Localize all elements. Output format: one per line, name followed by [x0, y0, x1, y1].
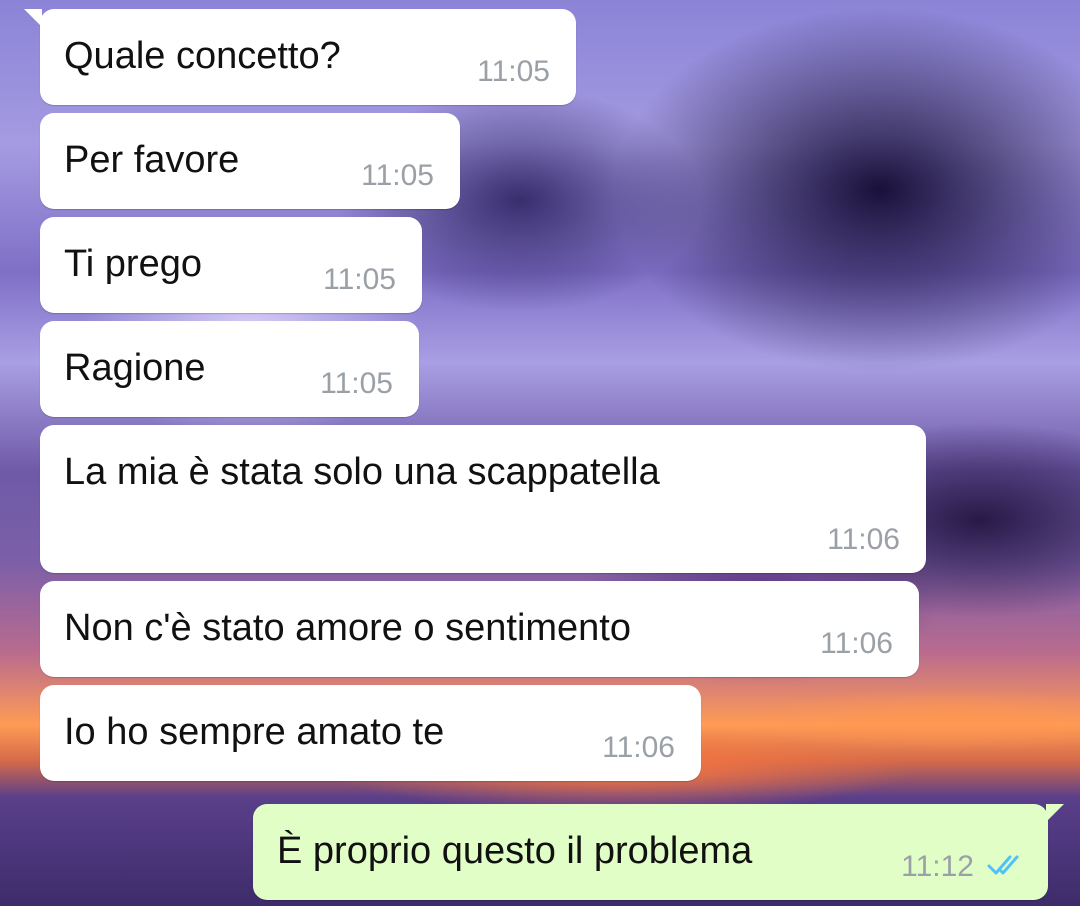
message-bubble-outgoing[interactable]: È proprio questo il problema 11:12 — [253, 804, 1064, 900]
message-bubble-incoming[interactable]: La mia è stata solo una scappatella 11:0… — [40, 425, 926, 573]
message-text: Quale concetto? — [64, 35, 341, 77]
message-timestamp: 11:06 — [602, 731, 675, 764]
bubble-tail — [24, 9, 42, 27]
message-timestamp: 11:05 — [361, 159, 434, 192]
message-bubble-incoming[interactable]: Non c'è stato amore o sentimento 11:06 — [40, 581, 919, 677]
message-bubble-incoming[interactable]: Quale concetto? 11:05 — [24, 9, 576, 105]
message-timestamp: 11:05 — [323, 263, 396, 296]
message-text: Non c'è stato amore o sentimento — [64, 607, 631, 649]
bubble-tail — [1046, 804, 1064, 822]
message-text: La mia è stata solo una scappatella — [64, 451, 660, 493]
message-timestamp: 11:06 — [827, 523, 900, 556]
message-text: Ti prego — [64, 243, 202, 285]
message-timestamp: 11:05 — [320, 367, 393, 400]
message-timestamp: 11:06 — [820, 627, 893, 660]
message-text: È proprio questo il problema — [277, 830, 753, 872]
message-text: Io ho sempre amato te — [64, 711, 445, 753]
message-text: Per favore — [64, 139, 240, 181]
double-check-icon — [987, 855, 1019, 875]
message-timestamp: 11:12 — [901, 850, 974, 883]
message-bubble-incoming[interactable]: Ti prego 11:05 — [40, 217, 422, 313]
message-bubble-incoming[interactable]: Ragione 11:05 — [40, 321, 419, 417]
message-bubble-incoming[interactable]: Per favore 11:05 — [40, 113, 460, 209]
message-timestamp: 11:05 — [477, 55, 550, 88]
message-bubble-incoming[interactable]: Io ho sempre amato te 11:06 — [40, 685, 701, 781]
message-text: Ragione — [64, 347, 206, 389]
